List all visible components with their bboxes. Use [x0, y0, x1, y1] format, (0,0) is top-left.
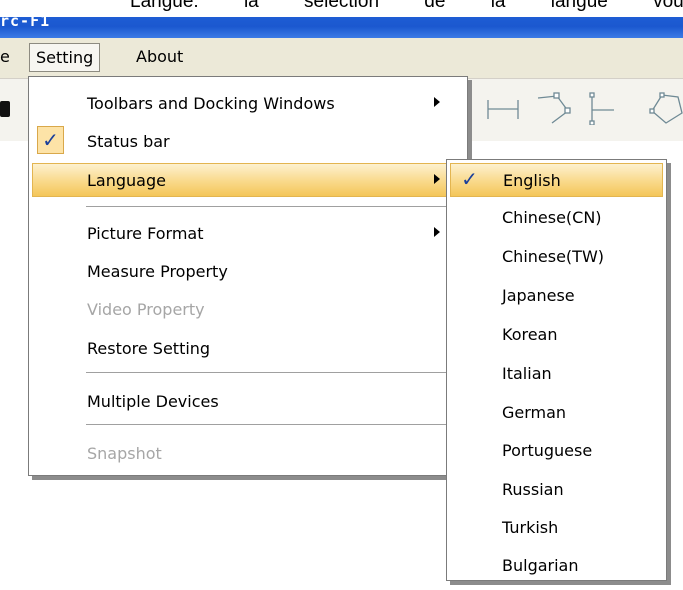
- menu-separator: [86, 372, 457, 374]
- menu-about[interactable]: About: [130, 43, 189, 71]
- menu-item-snapshot: Snapshot: [32, 436, 464, 470]
- language-item-italian[interactable]: Italian: [450, 356, 663, 390]
- language-item-label: Russian: [502, 479, 564, 499]
- language-item-turkish[interactable]: Turkish: [450, 510, 663, 544]
- submenu-arrow-icon: [434, 227, 440, 237]
- menu-item-measure-property[interactable]: Measure Property: [32, 254, 464, 288]
- language-submenu: ✓ English Chinese(CN) Chinese(TW) Japane…: [446, 159, 667, 581]
- menu-item-restore-setting[interactable]: Restore Setting: [32, 331, 464, 365]
- language-item-japanese[interactable]: Japanese: [450, 278, 663, 312]
- language-item-chinese-tw[interactable]: Chinese(TW): [450, 239, 663, 273]
- menu-item-picture-format[interactable]: Picture Format: [32, 216, 464, 250]
- language-item-portuguese[interactable]: Portuguese: [450, 433, 663, 467]
- menu-item-language[interactable]: Language: [32, 163, 464, 197]
- menu-item-label: Toolbars and Docking Windows: [87, 93, 335, 113]
- language-item-label: Italian: [502, 363, 552, 383]
- horizontal-measure-icon[interactable]: [486, 89, 520, 125]
- menu-item-label: Video Property: [87, 299, 205, 319]
- language-item-german[interactable]: German: [450, 395, 663, 429]
- menu-item-status-bar[interactable]: ✓ Status bar: [32, 124, 464, 158]
- menu-item-multiple-devices[interactable]: Multiple Devices: [32, 384, 464, 418]
- language-item-chinese-cn[interactable]: Chinese(CN): [450, 200, 663, 234]
- caption-text: Langue: la sélection de la langue vous p…: [130, 0, 683, 12]
- menu-item-label: Restore Setting: [87, 338, 211, 358]
- language-item-label: English: [503, 170, 561, 190]
- menu-item-label: Measure Property: [87, 261, 228, 281]
- language-item-label: Turkish: [502, 517, 559, 537]
- language-item-label: Bulgarian: [502, 555, 579, 575]
- caption-strip: Langue: la sélection de la langue vous p…: [0, 0, 683, 17]
- menu-bar: e Setting About: [0, 38, 683, 79]
- menu-setting[interactable]: Setting: [29, 43, 101, 72]
- menu-item-video-property: Video Property: [32, 292, 464, 326]
- menu-item-label: Language: [87, 170, 166, 190]
- toolbar-tool-icon[interactable]: [0, 101, 10, 117]
- checkmark-icon: ✓: [37, 126, 64, 154]
- language-item-english[interactable]: ✓ English: [450, 163, 663, 197]
- language-item-label: Portuguese: [502, 440, 593, 460]
- menu-item-toolbars[interactable]: Toolbars and Docking Windows: [32, 86, 464, 120]
- perpendicular-line-icon[interactable]: [588, 89, 618, 125]
- language-item-label: Korean: [502, 324, 558, 344]
- angle-polyline-icon[interactable]: [535, 89, 573, 125]
- menu-item-label: Status bar: [87, 131, 170, 151]
- menu-item-label: Multiple Devices: [87, 391, 219, 411]
- menu-file[interactable]: e: [0, 43, 16, 71]
- language-item-label: Japanese: [502, 285, 575, 305]
- language-item-label: Chinese(CN): [502, 207, 602, 227]
- submenu-arrow-icon: [434, 174, 440, 184]
- checkmark-icon: ✓: [461, 167, 478, 191]
- language-item-label: Chinese(TW): [502, 246, 604, 266]
- language-item-bulgarian[interactable]: Bulgarian: [450, 548, 663, 582]
- language-item-label: German: [502, 402, 567, 422]
- language-item-russian[interactable]: Russian: [450, 472, 663, 506]
- menu-separator: [86, 206, 457, 208]
- setting-menu: Toolbars and Docking Windows ✓ Status ba…: [28, 76, 468, 476]
- menu-item-label: Picture Format: [87, 223, 204, 243]
- menu-item-label: Snapshot: [87, 443, 162, 463]
- language-item-korean[interactable]: Korean: [450, 317, 663, 351]
- polygon-icon[interactable]: [648, 89, 683, 125]
- menu-separator: [86, 424, 457, 426]
- submenu-arrow-icon: [434, 97, 440, 107]
